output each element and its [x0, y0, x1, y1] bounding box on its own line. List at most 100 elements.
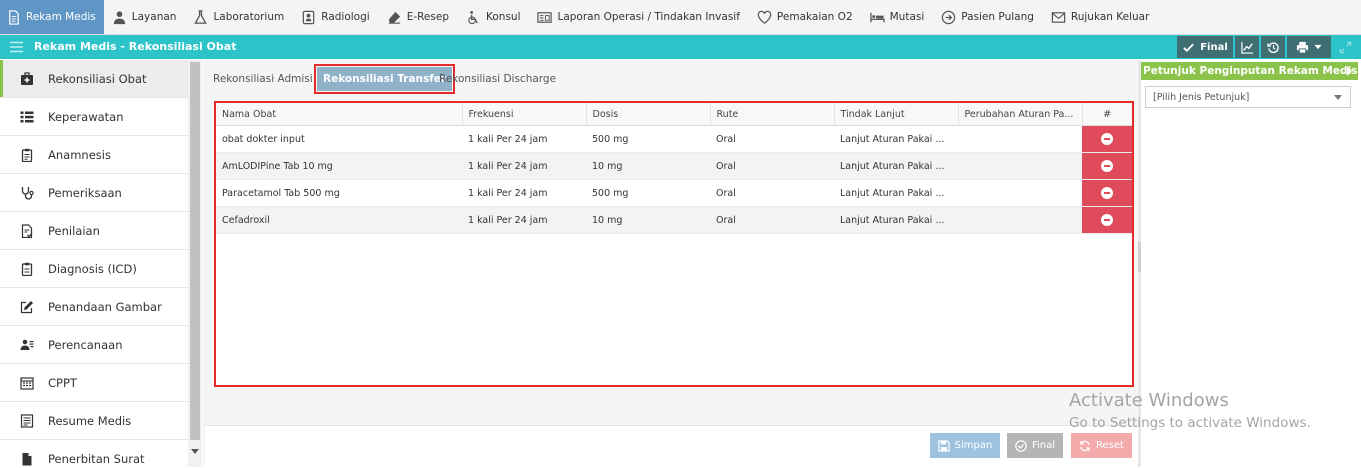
eraser-icon	[388, 11, 400, 24]
column-header-tindak-lanjut[interactable]: Tindak Lanjut	[834, 103, 959, 126]
sidebar-item-perencanaan[interactable]: Perencanaan	[0, 326, 188, 364]
scrollbar-thumb[interactable]	[190, 62, 200, 440]
save-button[interactable]: Simpan	[930, 433, 1000, 458]
sidebar-item-penerbitan-surat[interactable]: Penerbitan Surat	[0, 440, 188, 467]
chevron-down-icon	[1334, 95, 1342, 100]
nav-label: Rekam Medis	[26, 11, 96, 23]
tab-rekonsiliasi-discharge[interactable]: Rekonsiliasi Discharge	[439, 67, 556, 91]
delete-row-button[interactable]	[1082, 153, 1132, 179]
column-header-perubahan-aturan-pakai[interactable]: Perubahan Aturan Pa...	[958, 103, 1083, 126]
cell-dosis: 10 mg	[586, 206, 710, 234]
sidebar-item-label: Diagnosis (ICD)	[48, 261, 137, 276]
sidebar-item-rekonsiliasi-obat[interactable]: Rekonsiliasi Obat	[0, 60, 188, 98]
column-header-nama-obat[interactable]: Nama Obat	[216, 103, 463, 126]
form-icon	[20, 413, 34, 428]
floppy-icon	[938, 439, 950, 452]
nav-label: Laporan Operasi / Tindakan Invasif	[557, 11, 740, 23]
guide-type-select[interactable]: [Pilih Jenis Petunjuk]	[1145, 86, 1351, 108]
history-button[interactable]	[1261, 36, 1285, 58]
titlebar-actions: Final	[1175, 36, 1357, 58]
nav-radiologi[interactable]: Radiologi	[293, 0, 378, 34]
sidebar-item-penilaian[interactable]: Penilaian	[0, 212, 188, 250]
table-header-row: Nama Obat Frekuensi Dosis Rute Tindak La…	[216, 103, 1132, 126]
line-chart-icon	[1240, 41, 1253, 54]
scroll-down-arrow-icon[interactable]	[191, 449, 199, 454]
reset-button[interactable]: Reset	[1071, 433, 1132, 458]
expand-button[interactable]	[1333, 36, 1357, 58]
tab-rekonsiliasi-transfer[interactable]: Rekonsiliasi Transfer	[313, 64, 456, 94]
delete-row-button[interactable]	[1082, 207, 1132, 233]
footer-final-label: Final	[1031, 440, 1056, 451]
final-button[interactable]: Final	[1177, 36, 1233, 58]
print-dropdown-button[interactable]	[1287, 36, 1331, 58]
table-row[interactable]: Cefadroxil 1 kali Per 24 jam 10 mg Oral …	[216, 206, 1132, 234]
cell-frekuensi: 1 kali Per 24 jam	[462, 152, 586, 180]
page-title: Rekam Medis - Rekonsiliasi Obat	[34, 40, 237, 53]
sidebar-item-anamnesis[interactable]: Anamnesis	[0, 136, 188, 174]
cell-rute: Oral	[710, 206, 834, 234]
guide-panel-title: Petunjuk Penginputan Rekam Medis	[1143, 65, 1358, 77]
cell-nama-obat: Paracetamol Tab 500 mg	[216, 179, 462, 207]
column-header-dosis[interactable]: Dosis	[586, 103, 711, 126]
column-header-rute[interactable]: Rute	[710, 103, 835, 126]
bed-icon	[869, 12, 885, 22]
nav-layanan[interactable]: Layanan	[104, 0, 186, 34]
medication-table: Nama Obat Frekuensi Dosis Rute Tindak La…	[216, 103, 1132, 234]
sidebar-item-penandaan-gambar[interactable]: Penandaan Gambar	[0, 288, 188, 326]
nav-rekam-medis[interactable]: Rekam Medis	[0, 0, 104, 34]
save-button-label: Simpan	[954, 440, 993, 451]
footer-final-button[interactable]: Final	[1007, 433, 1063, 458]
nav-mutasi[interactable]: Mutasi	[862, 0, 934, 34]
stethoscope-icon	[21, 186, 34, 200]
document-icon	[9, 9, 19, 25]
sidebar-item-label: Penerbitan Surat	[48, 451, 145, 466]
chart-button[interactable]	[1235, 36, 1259, 58]
printer-icon	[1296, 41, 1308, 54]
nav-label: Pasien Pulang	[961, 11, 1034, 23]
sidebar-item-diagnosis-icd[interactable]: Diagnosis (ICD)	[0, 250, 188, 288]
cell-nama-obat: obat dokter input	[216, 125, 462, 153]
sidebar-item-resume-medis[interactable]: Resume Medis	[0, 402, 188, 440]
tab-rekonsiliasi-admisi[interactable]: Rekonsiliasi Admisi	[213, 67, 313, 91]
sidebar-item-label: Rekonsiliasi Obat	[48, 71, 147, 86]
table-row[interactable]: obat dokter input 1 kali Per 24 jam 500 …	[216, 125, 1132, 153]
delete-row-button[interactable]	[1082, 126, 1132, 152]
sidebar-item-cppt[interactable]: CPPT	[0, 364, 188, 402]
column-header-frekuensi[interactable]: Frekuensi	[462, 103, 587, 126]
cell-dosis: 500 mg	[586, 179, 710, 207]
nav-konsul[interactable]: Konsul	[458, 0, 529, 34]
sidebar-item-label: Pemeriksaan	[48, 185, 122, 200]
table-row[interactable]: AmLODIPine Tab 10 mg 1 kali Per 24 jam 1…	[216, 152, 1132, 180]
file-check-icon	[21, 223, 33, 238]
hamburger-menu-icon[interactable]	[10, 41, 23, 53]
cell-perubahan-aturan	[958, 206, 1082, 234]
guide-panel-header[interactable]: Petunjuk Penginputan Rekam Medis	[1141, 62, 1358, 80]
arrow-circle-icon	[942, 10, 956, 24]
sidebar-item-keperawatan[interactable]: Keperawatan	[0, 98, 188, 136]
nav-pemakaian-o2[interactable]: Pemakaian O2	[749, 0, 862, 34]
heart-icon	[757, 10, 772, 24]
list-icon	[20, 111, 34, 122]
sidebar-item-label: Keperawatan	[48, 109, 124, 124]
nav-pasien-pulang[interactable]: Pasien Pulang	[933, 0, 1043, 34]
final-button-label: Final	[1200, 41, 1228, 53]
main-content: Rekonsiliasi Admisi Rekonsiliasi Transfe…	[203, 60, 1138, 468]
sidebar-item-label: Penilaian	[48, 223, 100, 238]
nav-rujukan-keluar[interactable]: Rujukan Keluar	[1043, 0, 1159, 34]
sidebar-item-label: Resume Medis	[48, 413, 132, 428]
nav-label: Radiologi	[321, 11, 370, 23]
table-row[interactable]: Paracetamol Tab 500 mg 1 kali Per 24 jam…	[216, 179, 1132, 207]
cell-rute: Oral	[710, 125, 834, 153]
caret-down-icon	[1313, 44, 1322, 50]
sidebar-scrollbar[interactable]	[188, 60, 202, 467]
sidebar-item-label: Penandaan Gambar	[48, 299, 162, 314]
cell-tindak-lanjut: Lanjut Aturan Pakai ...	[834, 125, 958, 153]
sidebar-item-pemeriksaan[interactable]: Pemeriksaan	[0, 174, 188, 212]
file-icon	[22, 452, 32, 465]
nav-label: Laboratorium	[213, 11, 285, 23]
nav-laporan-operasi[interactable]: Laporan Operasi / Tindakan Invasif	[529, 0, 748, 34]
nav-e-resep[interactable]: E-Resep	[379, 0, 458, 34]
nav-laboratorium[interactable]: Laboratorium	[185, 0, 293, 34]
delete-row-button[interactable]	[1082, 180, 1132, 206]
sidebar: Rekonsiliasi Obat Keperawatan Anamnesis …	[0, 60, 189, 467]
